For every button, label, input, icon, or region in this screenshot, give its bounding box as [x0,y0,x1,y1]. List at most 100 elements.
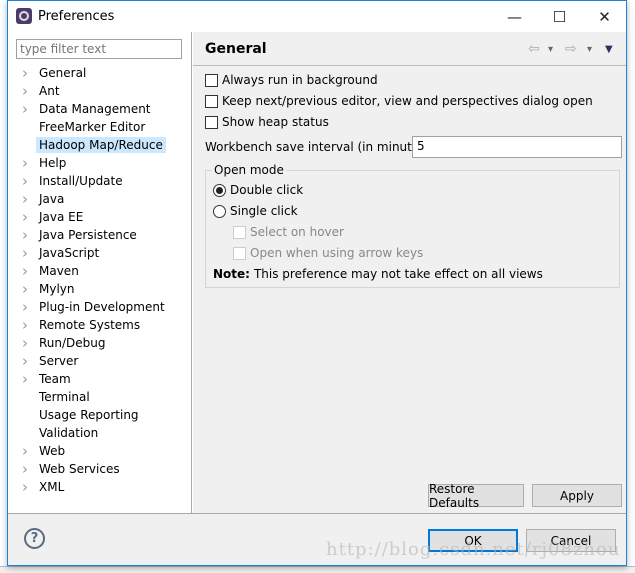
chevron-right-icon[interactable]: › [22,100,28,118]
watermark: http://blog.csdn.net/rj08zhou [326,539,621,560]
radio-label: Double click [230,183,304,197]
tree-item-label: Team [39,372,71,386]
select-on-hover-checkbox: Select on hover [233,225,344,239]
double-click-radio[interactable]: Double click [213,183,303,197]
single-click-radio[interactable]: Single click [213,204,298,218]
forward-icon[interactable]: ⇨ [565,41,577,57]
tree-item[interactable]: › Mylyn [8,280,191,298]
close-button[interactable]: ✕ [582,1,627,32]
chevron-right-icon[interactable]: › [22,208,28,226]
maximize-button[interactable]: ☐ [537,1,582,32]
tree-item-label: General [39,66,87,80]
eclipse-icon [16,8,32,24]
preferences-dialog: Preferences — ☐ ✕ › General › Ant › Data Mana… [7,0,627,566]
minimize-button[interactable]: — [492,1,537,32]
filter-input[interactable] [16,39,182,59]
window-title: Preferences [38,9,115,24]
tree-item[interactable]: › Web Services [8,460,191,478]
chevron-right-icon[interactable]: › [22,280,28,298]
save-interval-input[interactable]: 5 [412,136,622,158]
tree-item[interactable]: › Data Management [8,100,191,118]
chevron-right-icon[interactable]: › [22,172,28,190]
tree-item-label: Validation [39,426,99,440]
tree-item-label: Data Management [39,102,151,116]
note-text: This preference may not take effect on a… [253,267,543,281]
tree-item[interactable]: Validation [8,424,191,442]
tree-item[interactable]: Terminal [8,388,191,406]
chevron-right-icon[interactable]: › [22,154,28,172]
radio-label: Single click [230,204,298,218]
tree-item-label: Ant [39,84,60,98]
chevron-right-icon[interactable]: › [22,262,28,280]
apply-button[interactable]: Apply [532,484,622,507]
tree-item[interactable]: › General [8,64,191,82]
chevron-right-icon[interactable]: › [22,316,28,334]
chevron-right-icon[interactable]: › [22,334,28,352]
tree-item[interactable]: › Java EE [8,208,191,226]
chevron-right-icon[interactable]: › [22,244,28,262]
tree-item[interactable]: › Maven [8,262,191,280]
tree-item[interactable]: › Team [8,370,191,388]
forward-dropdown-icon[interactable]: ▾ [587,44,592,55]
tree-item[interactable]: › Install/Update [8,172,191,190]
tree-item-label: Plug-in Development [39,300,165,314]
always-run-background-checkbox[interactable]: Always run in background [205,73,378,87]
save-interval-label: Workbench save interval (in minutes): [205,140,435,154]
tree-item[interactable]: FreeMarker Editor [8,118,191,136]
checkbox-label: Select on hover [250,225,344,239]
tree-item-label: JavaScript [39,246,100,260]
page-header: General ⇦ ▾ ⇨ ▾ ▼ [193,32,626,66]
keep-next-previous-checkbox[interactable]: Keep next/previous editor, view and pers… [205,94,593,108]
help-icon[interactable]: ? [24,528,45,549]
chevron-right-icon[interactable]: › [22,298,28,316]
chevron-right-icon[interactable]: › [22,226,28,244]
tree-item-label: Run/Debug [39,336,106,350]
chevron-right-icon[interactable]: › [22,190,28,208]
tree-item[interactable]: › Run/Debug [8,334,191,352]
tree-item-label: Help [39,156,67,170]
tree-item[interactable]: › JavaScript [8,244,191,262]
checkbox-box[interactable] [205,115,218,129]
chevron-right-icon[interactable]: › [22,460,28,478]
tree-item[interactable]: Hadoop Map/Reduce [8,136,191,154]
tree-item-label: Mylyn [39,282,75,296]
open-mode-title: Open mode [212,163,286,177]
tree-item-label: Usage Reporting [39,408,139,422]
tree-item-label: Install/Update [39,174,123,188]
tree-item-label: FreeMarker Editor [39,120,146,134]
note: Note: This preference may not take effect… [213,267,543,281]
tree-item[interactable]: › Server [8,352,191,370]
sidebar: › General › Ant › Data Management FreeMarker E… [8,32,192,513]
tree-item-label: Remote Systems [39,318,141,332]
checkbox-box[interactable] [205,94,218,108]
tree-item[interactable]: › Plug-in Development [8,298,191,316]
tree-item[interactable]: › Help [8,154,191,172]
chevron-right-icon[interactable]: › [22,442,28,460]
checkbox-box[interactable] [205,73,218,87]
preference-tree: › General › Ant › Data Management FreeMarker E… [8,64,191,496]
chevron-right-icon[interactable]: › [22,370,28,388]
tree-item[interactable]: › Web [8,442,191,460]
chevron-right-icon[interactable]: › [22,64,28,82]
tree-item-label: Server [39,354,79,368]
tree-item[interactable]: › Ant [8,82,191,100]
tree-item[interactable]: › Java Persistence [8,226,191,244]
back-icon[interactable]: ⇦ [528,41,540,57]
tree-item[interactable]: Usage Reporting [8,406,191,424]
chevron-right-icon[interactable]: › [22,478,28,496]
tree-item-label: Maven [39,264,79,278]
show-heap-status-checkbox[interactable]: Show heap status [205,115,329,129]
open-arrow-keys-checkbox: Open when using arrow keys [233,246,423,260]
general-page: General ⇦ ▾ ⇨ ▾ ▼ Always run in backgrou… [193,32,626,513]
chevron-right-icon[interactable]: › [22,82,28,100]
back-dropdown-icon[interactable]: ▾ [548,44,553,55]
page-title: General [205,41,267,57]
view-menu-icon[interactable]: ▼ [605,44,613,55]
chevron-right-icon[interactable]: › [22,352,28,370]
tree-item-label: Java Persistence [39,228,137,242]
restore-defaults-button[interactable]: Restore Defaults [428,482,524,510]
tree-item[interactable]: › XML [8,478,191,496]
tree-item[interactable]: › Java [8,190,191,208]
tree-item-label: Hadoop Map/Reduce [36,137,166,153]
tree-item[interactable]: › Remote Systems [8,316,191,334]
